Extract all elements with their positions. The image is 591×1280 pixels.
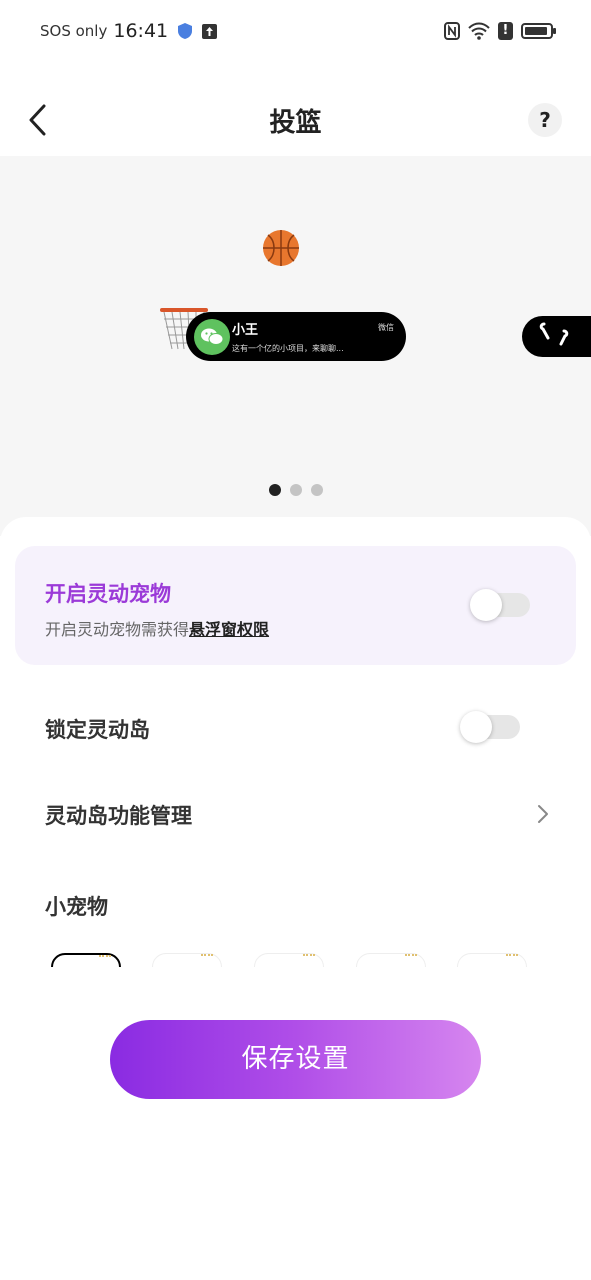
dynamic-pet-subtitle: 开启灵动宠物需获得悬浮窗权限 [45, 616, 269, 640]
chevron-right-icon [538, 805, 548, 823]
pets-section-title: 小宠物 [45, 895, 108, 919]
pet-option-decoration [99, 955, 111, 963]
dynamic-pet-card: 开启灵动宠物 开启灵动宠物需获得悬浮窗权限 [15, 546, 576, 665]
pet-option-decoration [201, 954, 213, 962]
toggle-knob [470, 589, 502, 621]
shield-icon [178, 23, 193, 39]
pet-option-decoration [506, 954, 518, 962]
preview-area: 小王 微信 这有一个亿的小项目，来聊聊... [0, 156, 591, 536]
carrier-label: SOS only [40, 22, 108, 40]
pet-option[interactable] [457, 953, 527, 967]
battery-fill [525, 27, 547, 35]
notification-app: 微信 [378, 323, 394, 332]
notification-message: 这有一个亿的小项目，来聊聊... [232, 344, 344, 353]
nfc-icon [444, 22, 460, 40]
header: 投篮 ? [0, 80, 591, 160]
save-settings-button[interactable]: 保存设置 [110, 1020, 481, 1099]
battery-icon [521, 23, 556, 39]
earbuds-island[interactable] [522, 316, 591, 357]
dynamic-pet-toggle[interactable] [470, 589, 530, 621]
carousel-dot[interactable] [310, 484, 323, 496]
carousel-dot[interactable] [289, 484, 302, 496]
clock: 16:41 [113, 20, 169, 42]
settings-sheet: 开启灵动宠物 开启灵动宠物需获得悬浮窗权限 锁定灵动岛 灵动岛功能管理 小宠物 … [0, 517, 591, 1280]
pet-option[interactable] [356, 953, 426, 967]
pet-option[interactable] [51, 953, 121, 967]
carousel-dot[interactable] [268, 484, 281, 496]
wechat-icon [194, 319, 230, 355]
page: SOS only 16:41 ! 投篮 ? 小王 微信 这有一个亿的小项目，来聊… [0, 0, 591, 1280]
subtitle-text: 开启灵动宠物需获得 [45, 620, 190, 639]
carousel-dots [0, 484, 591, 496]
earbuds-icon [539, 322, 569, 346]
status-bar: SOS only 16:41 ! [0, 0, 591, 66]
wifi-icon [468, 22, 490, 40]
pet-selector [45, 953, 555, 967]
basketball-icon [263, 230, 299, 266]
upload-icon [202, 23, 218, 39]
help-button[interactable]: ? [528, 103, 562, 137]
alert-icon: ! [498, 22, 513, 40]
overlay-permission-link[interactable]: 悬浮窗权限 [189, 620, 269, 639]
notification-island[interactable]: 小王 微信 这有一个亿的小项目，来聊聊... [186, 312, 406, 361]
pet-option-decoration [303, 954, 315, 962]
page-title: 投篮 [269, 108, 322, 138]
toggle-knob [460, 711, 492, 743]
notification-sender: 小王 [232, 323, 259, 338]
pet-option[interactable] [254, 953, 324, 967]
pet-option[interactable] [152, 953, 222, 967]
island-feature-management-label: 灵动岛功能管理 [45, 804, 192, 828]
island-feature-management-row[interactable]: 灵动岛功能管理 [0, 779, 591, 849]
pet-option-decoration [405, 954, 417, 962]
status-left: SOS only 16:41 [40, 20, 218, 42]
dynamic-pet-title: 开启灵动宠物 [45, 582, 171, 606]
status-right: ! [444, 22, 556, 40]
lock-island-label: 锁定灵动岛 [45, 718, 150, 742]
lock-island-toggle[interactable] [460, 711, 520, 743]
